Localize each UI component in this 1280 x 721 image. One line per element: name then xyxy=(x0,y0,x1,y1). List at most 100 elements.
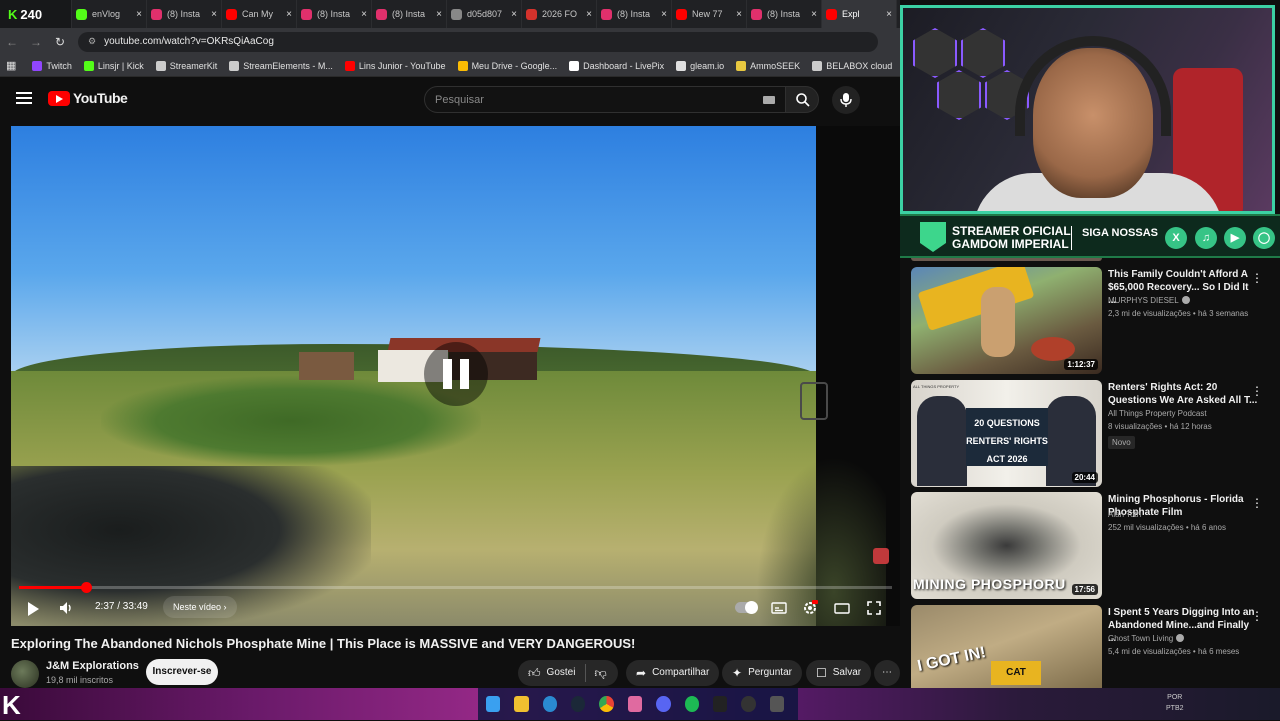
fullscreen-icon[interactable] xyxy=(865,599,883,617)
channel-watermark-icon[interactable] xyxy=(873,548,889,564)
bookmark-item[interactable]: BELABOX cloud xyxy=(812,60,892,71)
recommendation-title[interactable]: Renters' Rights Act: 20 Questions We Are… xyxy=(1108,381,1258,407)
kick-logo: K xyxy=(2,690,21,720)
browser-tab[interactable]: (8) Insta × xyxy=(147,0,222,28)
channel-name[interactable]: J&M Explorations xyxy=(46,660,139,672)
thumbs-down-icon[interactable]: 👎︎ xyxy=(594,660,606,686)
browser-tab[interactable]: enVlog × xyxy=(72,0,147,28)
ask-button[interactable]: ✦ Perguntar xyxy=(722,660,802,686)
bookmark-item[interactable]: AmmoSEEK xyxy=(736,60,800,71)
tab-kick-counter[interactable]: K 240 xyxy=(0,0,72,28)
forward-icon[interactable]: → xyxy=(24,35,48,49)
apps-grid-icon[interactable]: ▦ xyxy=(6,59,16,72)
edge-icon[interactable] xyxy=(542,696,558,712)
chrome-icon[interactable] xyxy=(599,696,614,712)
recommendation-item[interactable]: I GOT IN! CAT I Spent 5 Years Digging In… xyxy=(911,605,1276,688)
more-vertical-icon[interactable]: ⋮ xyxy=(1251,271,1263,285)
chapter-button[interactable]: Neste vídeo › xyxy=(163,596,237,618)
app-icon[interactable] xyxy=(627,696,643,712)
browser-tab[interactable]: (8) Insta × xyxy=(747,0,822,28)
app-icon[interactable] xyxy=(769,696,784,712)
bookmark-item[interactable]: StreamerKit xyxy=(155,60,217,71)
like-button[interactable]: Gostei xyxy=(547,660,576,686)
tab-close-icon[interactable]: × xyxy=(436,9,442,20)
video-thumbnail[interactable]: MINING PHOSPHORU 17:56 xyxy=(911,492,1102,599)
tab-close-icon[interactable]: × xyxy=(286,9,292,20)
more-vertical-icon[interactable]: ⋮ xyxy=(1251,609,1263,623)
search-button[interactable] xyxy=(785,86,819,113)
subtitles-icon[interactable] xyxy=(770,599,788,617)
save-button[interactable]: ☐ Salvar xyxy=(806,660,872,686)
play-button[interactable] xyxy=(28,602,39,616)
reload-icon[interactable]: ↻ xyxy=(48,35,72,49)
system-tray[interactable]: POR PTB2 xyxy=(1166,692,1184,714)
more-vertical-icon[interactable]: ⋮ xyxy=(1251,496,1263,510)
tab-close-icon[interactable]: × xyxy=(736,9,742,20)
bookmark-item[interactable]: gleam.io xyxy=(676,60,724,71)
subscribe-button[interactable]: Inscrever-se xyxy=(146,659,218,685)
browser-tab[interactable]: New 77 × xyxy=(672,0,747,28)
tab-close-icon[interactable]: × xyxy=(511,9,517,20)
pause-overlay-icon[interactable] xyxy=(424,342,488,406)
browser-tab[interactable]: (8) Insta × xyxy=(597,0,672,28)
theater-mode-icon[interactable] xyxy=(833,599,851,617)
video-thumbnail[interactable]: 1:12:37 xyxy=(911,267,1102,374)
video-thumbnail[interactable]: ALL THINGS PROPERTY 20 QUESTIONS RENTERS… xyxy=(911,380,1102,487)
progress-bar[interactable] xyxy=(19,582,892,593)
tab-close-icon[interactable]: × xyxy=(211,9,217,20)
recommendation-channel[interactable]: Alan Toth xyxy=(1108,510,1141,519)
voice-search-button[interactable] xyxy=(832,86,860,114)
partial-thumbnail[interactable] xyxy=(911,258,1102,261)
obs-icon[interactable] xyxy=(741,696,756,712)
recommendation-channel[interactable]: MURPHYS DIESEL xyxy=(1108,296,1190,305)
back-icon[interactable]: ← xyxy=(0,35,24,49)
site-info-icon[interactable]: ⚙ xyxy=(88,36,96,47)
tab-close-icon[interactable]: × xyxy=(886,9,892,20)
bookmark-item[interactable]: Dashboard - LivePix xyxy=(569,60,664,71)
recommendation-item[interactable]: ALL THINGS PROPERTY 20 QUESTIONS RENTERS… xyxy=(911,380,1276,488)
input-language: POR xyxy=(1167,694,1183,701)
recommendation-item[interactable]: MINING PHOSPHORU 17:56 Mining Phosphorus… xyxy=(911,492,1276,600)
bookmark-item[interactable]: Meu Drive - Google... xyxy=(457,60,557,71)
spotify-icon[interactable] xyxy=(684,696,699,712)
keyboard-icon[interactable] xyxy=(763,96,775,104)
browser-tab[interactable]: 2026 FO × xyxy=(522,0,597,28)
tab-close-icon[interactable]: × xyxy=(361,9,367,20)
volume-icon[interactable] xyxy=(58,600,74,616)
bookmark-item[interactable]: Linsjr | Kick xyxy=(83,60,144,71)
video-thumbnail[interactable]: I GOT IN! CAT xyxy=(911,605,1102,688)
bookmark-item[interactable]: StreamElements - M... xyxy=(229,60,333,71)
more-vertical-icon[interactable]: ⋮ xyxy=(1251,384,1263,398)
url-field[interactable]: ⚙ youtube.com/watch?v=OKRsQiAaCog xyxy=(78,31,878,52)
recommendation-item[interactable]: 1:12:37 This Family Couldn't Afford A $6… xyxy=(911,267,1276,375)
tab-close-icon[interactable]: × xyxy=(661,9,667,20)
youtube-logo[interactable]: YouTube xyxy=(48,90,128,106)
file-explorer-icon[interactable] xyxy=(514,696,529,712)
windows-start-icon[interactable] xyxy=(486,696,501,712)
thumbs-up-icon[interactable]: 👍︎ xyxy=(528,660,541,686)
video-player[interactable]: 2:37 / 33:49 Neste vídeo › xyxy=(11,126,900,626)
steam-icon[interactable] xyxy=(571,696,586,712)
browser-tab[interactable]: Can My × xyxy=(222,0,297,28)
browser-tab[interactable]: d05d807 × xyxy=(447,0,522,28)
bookmark-item[interactable]: Lins Junior - YouTube xyxy=(344,60,446,71)
discord-icon[interactable] xyxy=(656,696,671,712)
recommendation-channel[interactable]: All Things Property Podcast xyxy=(1108,409,1207,418)
settings-gear-icon[interactable] xyxy=(801,599,819,617)
tab-close-icon[interactable]: × xyxy=(136,9,142,20)
tab-close-icon[interactable]: × xyxy=(586,9,592,20)
search-input[interactable] xyxy=(435,93,755,106)
browser-tab[interactable]: (8) Insta × xyxy=(297,0,372,28)
share-button[interactable]: ➦ Compartilhar xyxy=(626,660,720,686)
recommendation-meta: 8 visualizações • há 12 horas xyxy=(1108,422,1212,431)
terminal-icon[interactable] xyxy=(712,696,728,712)
tab-close-icon[interactable]: × xyxy=(811,9,817,20)
more-actions-button[interactable]: ⋯ xyxy=(874,660,900,686)
recommendation-channel[interactable]: Ghost Town Living xyxy=(1108,634,1185,643)
browser-tab[interactable]: (8) Insta × xyxy=(372,0,447,28)
bookmark-item[interactable]: Twitch xyxy=(32,60,72,71)
hamburger-menu-icon[interactable] xyxy=(16,92,32,104)
autoplay-toggle[interactable] xyxy=(735,601,758,614)
browser-tab[interactable]: Expl × xyxy=(822,0,897,28)
channel-avatar[interactable] xyxy=(11,660,39,688)
